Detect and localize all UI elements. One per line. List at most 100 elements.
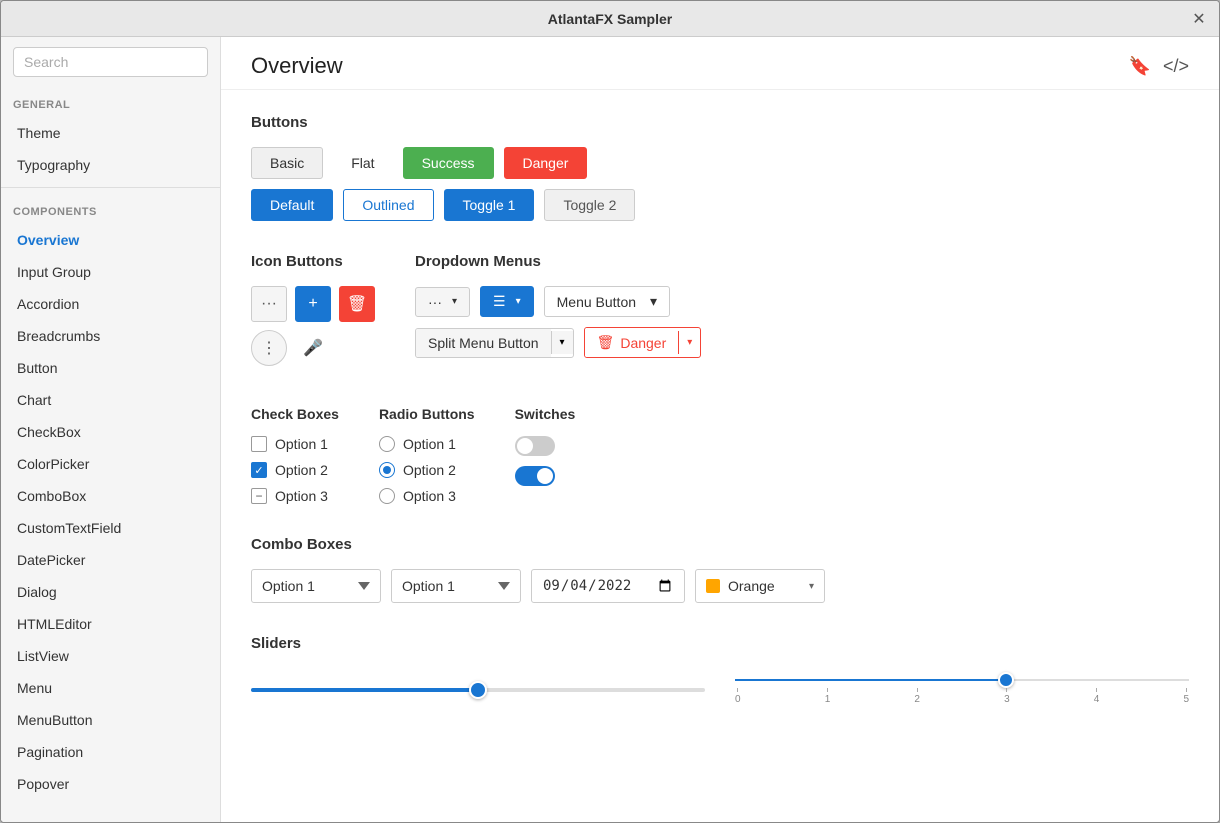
menu-dropdown-btn[interactable]: ☰ ▾ bbox=[480, 286, 534, 317]
combo-boxes-title: Combo Boxes bbox=[251, 536, 1189, 553]
flat-button[interactable]: Flat bbox=[333, 148, 392, 178]
color-combo[interactable]: Orange ▾ bbox=[695, 569, 825, 603]
buttons-row-1: Basic Flat Success Danger bbox=[251, 147, 1189, 179]
sliders-title: Sliders bbox=[251, 635, 1189, 652]
components-section-label: COMPONENTS bbox=[1, 194, 220, 224]
tick-2: 2 bbox=[914, 688, 920, 705]
sidebar-item-menu[interactable]: Menu bbox=[1, 672, 220, 704]
icon-dropdown-section: Icon Buttons ··· + 🗑 ⋮ 🎤 Dropd bbox=[251, 253, 1189, 374]
delete-btn[interactable]: 🗑 bbox=[339, 286, 375, 322]
tick-0: 0 bbox=[735, 688, 741, 705]
danger-split-arrow[interactable]: ▾ bbox=[678, 331, 700, 354]
sidebar-item-checkbox[interactable]: CheckBox bbox=[1, 416, 220, 448]
ellipsis-dropdown-btn[interactable]: ··· ▾ bbox=[415, 287, 470, 317]
radio-3-label: Option 3 bbox=[403, 488, 456, 504]
radio-buttons-title: Radio Buttons bbox=[379, 406, 475, 422]
sidebar-item-htmleditor[interactable]: HTMLEditor bbox=[1, 608, 220, 640]
success-button[interactable]: Success bbox=[403, 147, 494, 179]
sidebar-item-datepicker[interactable]: DatePicker bbox=[1, 544, 220, 576]
sidebar-item-accordion[interactable]: Accordion bbox=[1, 288, 220, 320]
slider-2-wrap: 0 1 2 3 4 5 bbox=[735, 668, 1189, 705]
menu-button-dropdown[interactable]: Menu Button ▾ bbox=[544, 286, 670, 317]
sidebar-item-customtextfield[interactable]: CustomTextField bbox=[1, 512, 220, 544]
content-area: Buttons Basic Flat Success Danger Defaul… bbox=[221, 90, 1219, 761]
sidebar-item-combobox[interactable]: ComboBox bbox=[1, 480, 220, 512]
toggle1-button[interactable]: Toggle 1 bbox=[444, 189, 535, 221]
trash-icon: 🗑 bbox=[597, 334, 615, 351]
checkboxes-col: Check Boxes Option 1 ✓ Option 2 − bbox=[251, 406, 339, 504]
mic-btn[interactable]: 🎤 bbox=[295, 330, 331, 366]
split-menu-main-label[interactable]: Split Menu Button bbox=[416, 329, 551, 357]
sidebar-item-colorpicker[interactable]: ColorPicker bbox=[1, 448, 220, 480]
slider-1[interactable] bbox=[251, 688, 705, 692]
outlined-button[interactable]: Outlined bbox=[343, 189, 433, 221]
sidebar-item-popover[interactable]: Popover bbox=[1, 768, 220, 800]
icon-buttons-title: Icon Buttons bbox=[251, 253, 375, 270]
checkbox-1-label: Option 1 bbox=[275, 436, 328, 452]
danger-button[interactable]: Danger bbox=[504, 147, 588, 179]
sidebar-item-chart[interactable]: Chart bbox=[1, 384, 220, 416]
menu-button-label: Menu Button bbox=[557, 294, 636, 310]
sidebar-item-dialog[interactable]: Dialog bbox=[1, 576, 220, 608]
checkbox-option2: ✓ Option 2 bbox=[251, 462, 339, 478]
ellipsis-circle-btn[interactable]: ⋮ bbox=[251, 330, 287, 366]
basic-button[interactable]: Basic bbox=[251, 147, 323, 179]
sidebar-item-theme[interactable]: Theme bbox=[1, 117, 220, 149]
split-menu-arrow[interactable]: ▾ bbox=[551, 331, 573, 354]
app-body: GENERAL Theme Typography COMPONENTS Over… bbox=[1, 37, 1219, 822]
sidebar-item-typography[interactable]: Typography bbox=[1, 149, 220, 181]
plus-btn[interactable]: + bbox=[295, 286, 331, 322]
color-label: Orange bbox=[728, 578, 775, 594]
window-title: AtlantaFX Sampler bbox=[548, 11, 672, 27]
checkbox-2-label: Option 2 bbox=[275, 462, 328, 478]
checkbox-2[interactable]: ✓ bbox=[251, 462, 267, 478]
radio-1[interactable] bbox=[379, 436, 395, 452]
sidebar-item-listview[interactable]: ListView bbox=[1, 640, 220, 672]
radio-2[interactable] bbox=[379, 462, 395, 478]
radio-3[interactable] bbox=[379, 488, 395, 504]
dropdown-row-1: ··· ▾ ☰ ▾ Menu Button ▾ bbox=[415, 286, 701, 317]
page-title: Overview bbox=[251, 53, 343, 79]
date-picker-input[interactable] bbox=[531, 569, 685, 603]
close-button[interactable]: ✕ bbox=[1189, 9, 1209, 29]
combo-boxes-section: Combo Boxes Option 1 Option 2 Option 3 O… bbox=[251, 536, 1189, 603]
search-input[interactable] bbox=[13, 47, 208, 77]
header-icons: 🔖 </> bbox=[1129, 56, 1189, 77]
ellipsis-dropdown-arrow: ▾ bbox=[452, 296, 457, 307]
sidebar-item-pagination[interactable]: Pagination bbox=[1, 736, 220, 768]
combo-row: Option 1 Option 2 Option 3 Option 1 Opti… bbox=[251, 569, 1189, 603]
buttons-row-2: Default Outlined Toggle 1 Toggle 2 bbox=[251, 189, 1189, 221]
main-header: Overview 🔖 </> bbox=[221, 37, 1219, 90]
combo-select-2[interactable]: Option 1 Option 2 Option 3 bbox=[391, 569, 521, 603]
checkbox-1[interactable] bbox=[251, 436, 267, 452]
combo-select-1[interactable]: Option 1 Option 2 Option 3 bbox=[251, 569, 381, 603]
ellipsis-btn[interactable]: ··· bbox=[251, 286, 287, 322]
sidebar-item-button[interactable]: Button bbox=[1, 352, 220, 384]
sidebar-item-breadcrumbs[interactable]: Breadcrumbs bbox=[1, 320, 220, 352]
tick-3: 3 bbox=[1004, 688, 1010, 705]
checkbox-3[interactable]: − bbox=[251, 488, 267, 504]
sidebar-item-overview[interactable]: Overview bbox=[1, 224, 220, 256]
sidebar-item-input-group[interactable]: Input Group bbox=[1, 256, 220, 288]
split-menu-button[interactable]: Split Menu Button ▾ bbox=[415, 328, 574, 358]
default-button[interactable]: Default bbox=[251, 189, 333, 221]
sliders-row: 0 1 2 3 4 5 bbox=[251, 668, 1189, 705]
checkbox-3-label: Option 3 bbox=[275, 488, 328, 504]
dropdown-row-2: Split Menu Button ▾ 🗑 Danger ▾ bbox=[415, 327, 701, 358]
switch-1[interactable] bbox=[515, 436, 555, 456]
danger-split-main[interactable]: 🗑 Danger bbox=[585, 328, 679, 357]
code-icon[interactable]: </> bbox=[1163, 56, 1189, 77]
switches-col: Switches bbox=[515, 406, 576, 504]
radio-buttons-col: Radio Buttons Option 1 Option 2 bbox=[379, 406, 475, 504]
check-radio-switches-section: Check Boxes Option 1 ✓ Option 2 − bbox=[251, 406, 1189, 504]
bookmark-icon[interactable]: 🔖 bbox=[1129, 56, 1151, 77]
toggle2-button[interactable]: Toggle 2 bbox=[544, 189, 635, 221]
tick-1: 1 bbox=[825, 688, 831, 705]
app-window: AtlantaFX Sampler ✕ GENERAL Theme Typogr… bbox=[0, 0, 1220, 823]
switch-1-item bbox=[515, 436, 576, 456]
switch-2-item bbox=[515, 466, 576, 486]
danger-split-button[interactable]: 🗑 Danger ▾ bbox=[584, 327, 702, 358]
sidebar-item-menubutton[interactable]: MenuButton bbox=[1, 704, 220, 736]
slider-2[interactable] bbox=[735, 679, 1189, 681]
switch-2[interactable] bbox=[515, 466, 555, 486]
